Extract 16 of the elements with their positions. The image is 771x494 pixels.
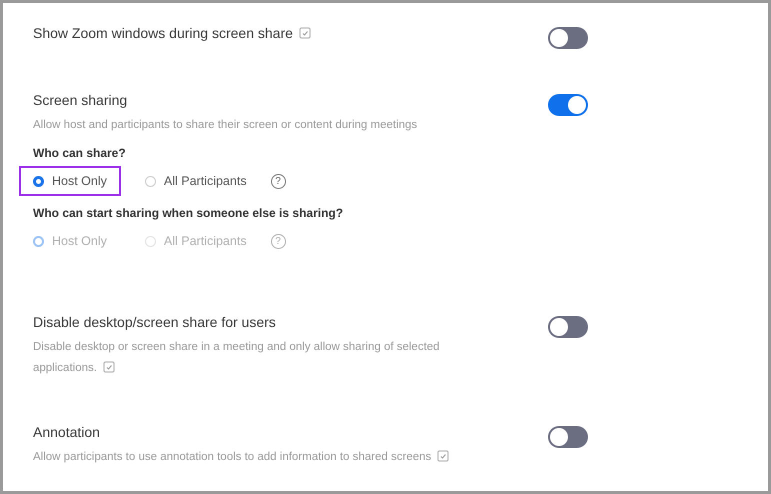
setting-description: Allow participants to use annotation tools to add information to shared screens: [33, 447, 503, 468]
toggle-switch[interactable]: [548, 316, 588, 338]
setting-description: Allow host and participants to share their screen or content during meetings: [33, 118, 418, 133]
setting-title: Disable desktop/screen share for users: [33, 314, 276, 330]
setting-title: Show Zoom windows during screen share: [33, 25, 293, 41]
setting-description: Disable desktop or screen share in a meeting and only allow sharing of selected applications.: [33, 340, 441, 376]
setting-title: Annotation: [33, 424, 100, 440]
setting-title: Screen sharing: [33, 92, 128, 108]
question-label: Who can start sharing when someone else is sharing?: [33, 206, 344, 220]
radio-option[interactable]: Host Only: [19, 166, 121, 196]
toggle-switch[interactable]: [548, 27, 588, 49]
question-label: Who can share?: [33, 146, 127, 160]
radio-option[interactable]: All Participants: [130, 166, 261, 196]
toggle-switch[interactable]: [548, 426, 588, 448]
toggle-switch[interactable]: [548, 94, 588, 116]
help-icon[interactable]: ?: [270, 174, 286, 188]
